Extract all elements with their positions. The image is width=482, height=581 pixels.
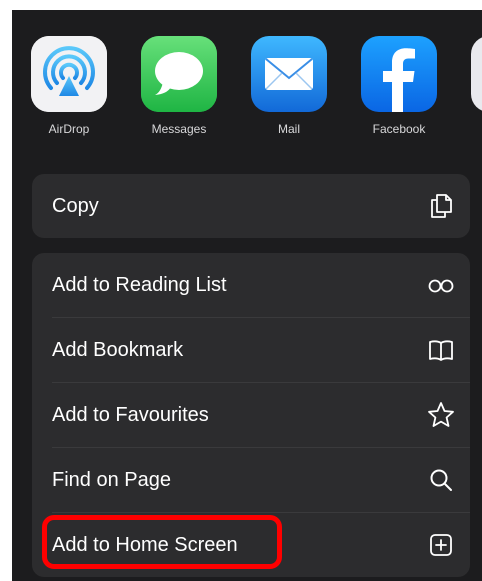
search-icon bbox=[426, 465, 456, 495]
plus-square-icon bbox=[426, 530, 456, 560]
action-find-on-page[interactable]: Find on Page bbox=[32, 448, 470, 512]
actions-group: Add to Reading List Add Bookmark Add to … bbox=[32, 253, 470, 577]
app-partial[interactable]: M bbox=[458, 34, 482, 154]
book-icon bbox=[426, 335, 456, 365]
copy-icon bbox=[426, 191, 456, 221]
app-label: Mail bbox=[277, 122, 300, 136]
action-add-bookmark[interactable]: Add Bookmark bbox=[32, 318, 470, 382]
star-icon bbox=[426, 400, 456, 430]
action-add-to-home-screen[interactable]: Add to Home Screen bbox=[32, 513, 470, 577]
facebook-icon bbox=[361, 36, 437, 112]
app-label: Messages bbox=[151, 122, 207, 136]
partial-app-icon bbox=[471, 36, 482, 112]
messages-icon bbox=[141, 36, 217, 112]
app-label: Facebook bbox=[372, 122, 426, 136]
app-label: AirDrop bbox=[48, 122, 90, 136]
share-sheet: AirDrop Messages Mail Facebook Copy Add … bbox=[12, 10, 482, 581]
action-label: Add to Favourites bbox=[52, 404, 209, 426]
app-mail[interactable]: Mail bbox=[238, 34, 328, 154]
share-apps-row: AirDrop Messages Mail Facebook bbox=[12, 34, 482, 154]
app-facebook[interactable]: Facebook bbox=[348, 34, 438, 154]
action-label: Add to Reading List bbox=[52, 274, 227, 296]
action-label: Copy bbox=[52, 195, 99, 217]
app-messages[interactable]: Messages bbox=[128, 34, 218, 154]
mail-icon bbox=[251, 36, 327, 112]
action-add-to-reading-list[interactable]: Add to Reading List bbox=[32, 253, 470, 317]
app-airdrop[interactable]: AirDrop bbox=[18, 34, 108, 154]
action-add-to-favourites[interactable]: Add to Favourites bbox=[32, 383, 470, 447]
action-label: Add to Home Screen bbox=[52, 534, 238, 556]
action-label: Find on Page bbox=[52, 469, 171, 491]
copy-group: Copy bbox=[32, 174, 470, 238]
action-label: Add Bookmark bbox=[52, 339, 184, 361]
action-copy[interactable]: Copy bbox=[32, 174, 470, 238]
airdrop-icon bbox=[31, 36, 107, 112]
glasses-icon bbox=[426, 270, 456, 300]
